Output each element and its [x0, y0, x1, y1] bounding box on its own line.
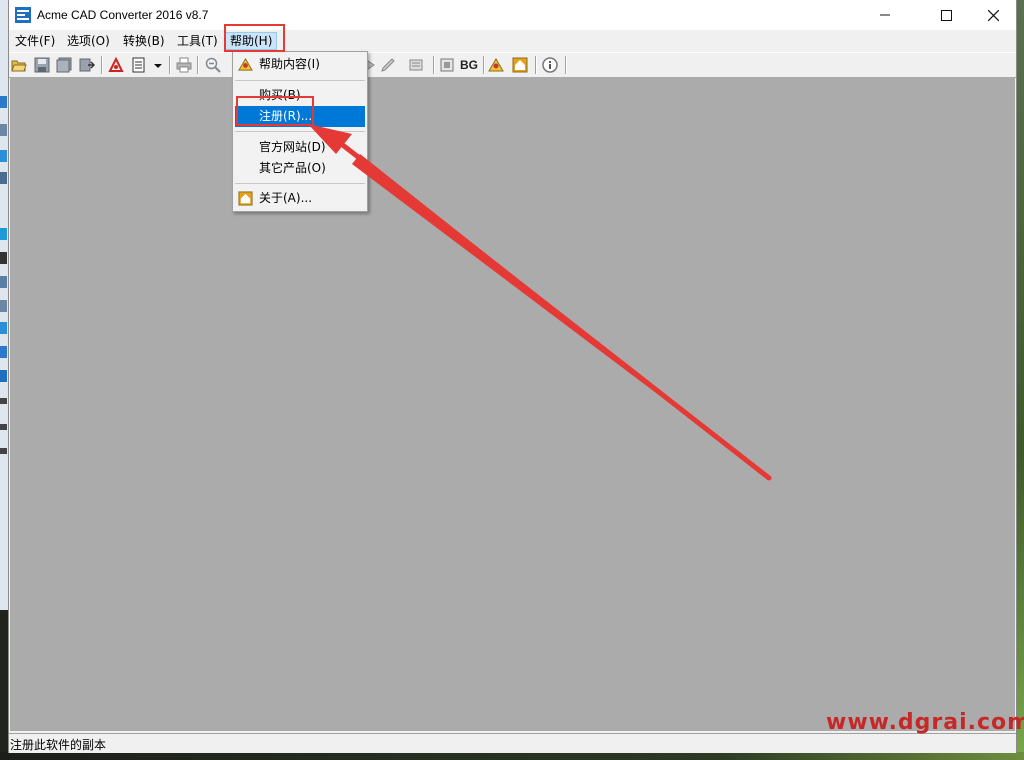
annotation-arrow: [308, 124, 772, 481]
watermark: www.dgrai.com: [826, 710, 1024, 735]
